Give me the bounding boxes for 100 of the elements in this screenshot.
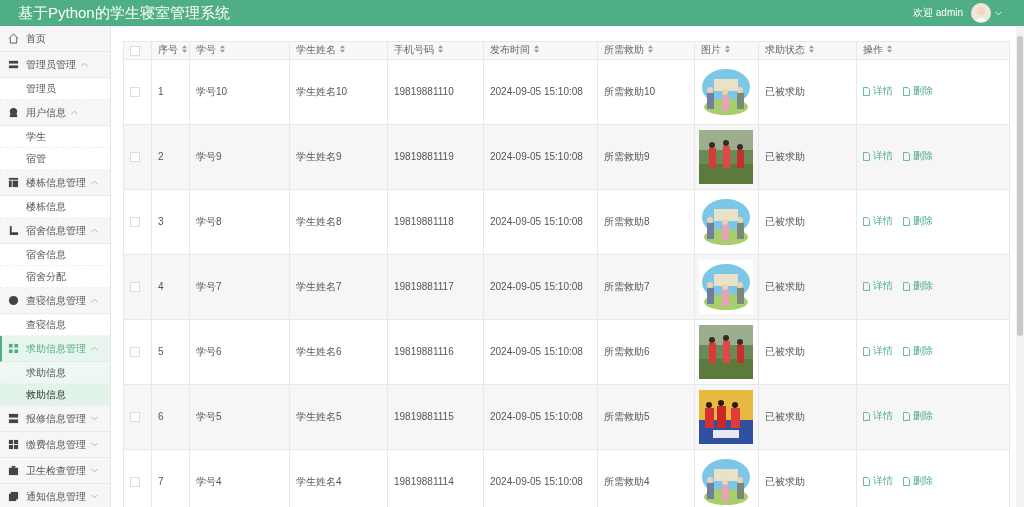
menu-group[interactable]: 卫生检查管理: [0, 458, 110, 484]
menu-group[interactable]: 通知信息管理: [0, 484, 110, 507]
menu-group[interactable]: 用户信息: [0, 100, 110, 126]
menu-group[interactable]: 管理员管理: [0, 52, 110, 78]
avatar-icon[interactable]: [971, 3, 991, 23]
chevron-up-icon: [91, 346, 98, 351]
sort-icon[interactable]: [725, 45, 730, 53]
document-icon: [863, 86, 870, 96]
column-header[interactable]: 序号: [151, 41, 190, 60]
document-icon: [903, 281, 910, 291]
table-cell: 所需救助5: [597, 384, 695, 450]
grid-icon: [8, 439, 19, 450]
row-checkbox[interactable]: [130, 347, 140, 357]
column-header[interactable]: 发布时间: [483, 41, 598, 60]
row-checkbox[interactable]: [130, 152, 140, 162]
table-cell: 2024-09-05 15:10:08: [483, 189, 598, 255]
status-cell: 已被求助: [758, 384, 857, 450]
sort-icon[interactable]: [220, 45, 225, 53]
table-cell: 3: [151, 189, 190, 255]
submenu-item[interactable]: 救助信息: [0, 384, 110, 406]
document-icon: [863, 346, 870, 356]
table-cell: 1: [151, 59, 190, 125]
table-cell: 19819881115: [387, 384, 484, 450]
table-cell: 2024-09-05 15:10:08: [483, 384, 598, 450]
briefcase-icon: [8, 465, 19, 476]
sort-icon[interactable]: [534, 45, 539, 53]
table-cell: 19819881116: [387, 319, 484, 385]
table-cell: 学生姓名6: [289, 319, 388, 385]
table-cell: 19819881117: [387, 254, 484, 320]
select-all-checkbox[interactable]: [130, 45, 140, 56]
row-checkbox[interactable]: [130, 217, 140, 227]
row-checkbox[interactable]: [130, 477, 140, 487]
chevron-up-icon: [91, 180, 98, 185]
table-cell: 所需救助9: [597, 124, 695, 190]
document-icon: [863, 411, 870, 421]
table-cell: 所需救助10: [597, 59, 695, 125]
crop-icon: [8, 225, 19, 236]
row-checkbox[interactable]: [130, 412, 140, 422]
menu-group[interactable]: 楼栋信息管理: [0, 170, 110, 196]
menu-group[interactable]: 缴费信息管理: [0, 432, 110, 458]
row-checkbox[interactable]: [130, 87, 140, 97]
chevron-down-icon: [91, 416, 98, 421]
table-cell: 6: [151, 384, 190, 450]
document-icon: [903, 216, 910, 226]
chevron-up-icon: [81, 62, 88, 67]
column-header[interactable]: 学生姓名: [289, 41, 388, 60]
table-cell: 2024-09-05 15:10:08: [483, 254, 598, 320]
status-cell: 已被求助: [758, 254, 857, 320]
copy-icon: [8, 491, 19, 502]
submenu-item[interactable]: 求助信息: [0, 362, 110, 384]
disc-icon: [8, 295, 19, 306]
person-icon: [8, 107, 19, 118]
document-icon: [903, 86, 910, 96]
column-header[interactable]: 学号: [189, 41, 290, 60]
home-menu-item[interactable]: 首页: [0, 26, 110, 52]
layout-icon: [8, 177, 19, 188]
sort-icon[interactable]: [438, 45, 443, 53]
status-cell: 已被求助: [758, 124, 857, 190]
table-cell: 5: [151, 319, 190, 385]
home-icon: [8, 33, 19, 44]
status-cell: 已被求助: [758, 189, 857, 255]
table-cell: 19819881118: [387, 189, 484, 255]
menu-group[interactable]: 报修信息管理: [0, 406, 110, 432]
caret-icon[interactable]: [995, 10, 1002, 16]
table-cell: 学生姓名7: [289, 254, 388, 320]
sort-icon[interactable]: [887, 45, 892, 53]
document-icon: [903, 346, 910, 356]
table-cell: 4: [151, 254, 190, 320]
grid-icon: [8, 343, 19, 354]
sort-icon[interactable]: [809, 45, 814, 53]
document-icon: [863, 151, 870, 161]
menu-group[interactable]: 宿舍信息管理: [0, 218, 110, 244]
column-header[interactable]: 操作: [856, 41, 1010, 60]
scrollbar[interactable]: [1016, 26, 1024, 507]
status-cell: 已被求助: [758, 319, 857, 385]
sort-icon[interactable]: [648, 45, 653, 53]
column-header[interactable]: 手机号码: [387, 41, 484, 60]
table-cell: 学生姓名8: [289, 189, 388, 255]
document-icon: [903, 411, 910, 421]
column-header[interactable]: 所需救助: [597, 41, 695, 60]
table-cell: 学生姓名9: [289, 124, 388, 190]
column-header[interactable]: 求助状态: [758, 41, 857, 60]
row-checkbox[interactable]: [130, 282, 140, 292]
drawer-icon: [8, 413, 19, 424]
table-cell: 学生姓名5: [289, 384, 388, 450]
table-cell: 学号9: [189, 124, 290, 190]
table-cell: 所需救助6: [597, 319, 695, 385]
table-cell: 学号6: [189, 319, 290, 385]
chevron-down-icon: [91, 442, 98, 447]
sort-icon[interactable]: [182, 45, 187, 53]
table-cell: 所需救助7: [597, 254, 695, 320]
app-title: 基于Python的学生寝室管理系统: [18, 3, 231, 23]
document-icon: [863, 281, 870, 291]
table-cell: 学生姓名10: [289, 59, 388, 125]
table-cell: 2: [151, 124, 190, 190]
menu-group[interactable]: 查寝信息管理: [0, 288, 110, 314]
chevron-up-icon: [91, 228, 98, 233]
welcome-text: 欢迎 admin: [913, 6, 963, 20]
sort-icon[interactable]: [340, 45, 345, 53]
column-header[interactable]: 图片: [694, 41, 759, 60]
